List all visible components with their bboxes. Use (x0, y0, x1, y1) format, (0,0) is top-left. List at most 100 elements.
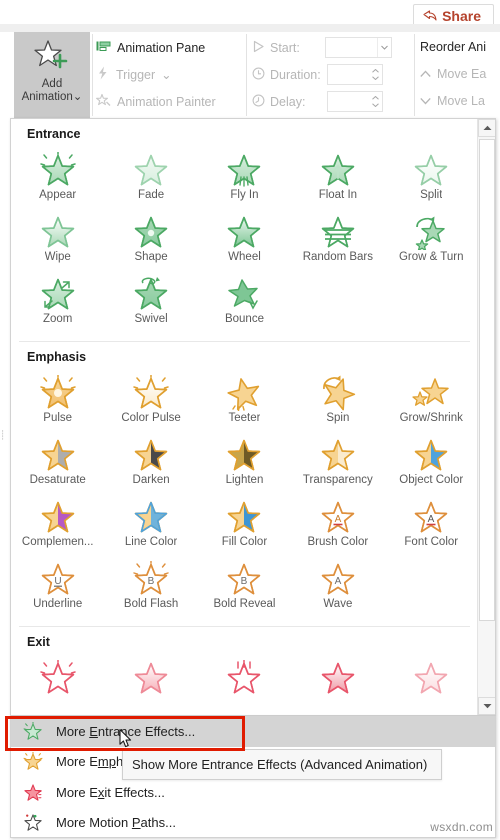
star-linecolor-icon (132, 499, 170, 535)
move-earlier-button[interactable]: Move Ea (420, 61, 500, 88)
animation-effect-item[interactable]: Random Bars (291, 211, 384, 273)
animation-effect-label: Spin (326, 412, 350, 424)
delay-spinner[interactable] (327, 91, 383, 112)
svg-text:A: A (428, 514, 435, 525)
delay-field-row: Delay: (252, 88, 392, 115)
menu-item-more-exit-effects[interactable]: More Exit Effects... (11, 777, 495, 808)
delay-label: Delay: (270, 94, 306, 109)
chevron-down-icon[interactable]: ⌄ (73, 91, 83, 103)
animation-effect-item[interactable]: Bounce (198, 273, 291, 335)
scroll-down-button[interactable] (478, 697, 495, 715)
animation-effect-item[interactable]: Wheel (198, 211, 291, 273)
animation-effect-item[interactable]: B Bold Flash (104, 558, 197, 620)
chevron-down-icon[interactable]: ⌄ (161, 67, 171, 82)
section-grid-exit (11, 657, 478, 715)
animation-gallery-dropdown: Entrance Appear Fade Fly In Float In Spl… (10, 118, 496, 716)
animation-effect-label: Bold Flash (123, 598, 179, 610)
start-combobox[interactable] (324, 37, 392, 58)
star-flyin-icon (225, 152, 263, 188)
animation-effect-item[interactable]: Complemen... (11, 496, 104, 558)
animation-effect-item[interactable]: Float In (291, 149, 384, 211)
star-plus-icon (31, 37, 73, 77)
animation-effect-item[interactable]: Grow & Turn (385, 211, 478, 273)
animation-gallery-content: Entrance Appear Fade Fly In Float In Spl… (11, 119, 478, 715)
animation-effect-item[interactable]: Wipe (11, 211, 104, 273)
star-darken-icon (132, 437, 170, 473)
animation-effect-item[interactable]: Lighten (198, 434, 291, 496)
animation-effect-item[interactable]: A Wave (291, 558, 384, 620)
spinner-arrows-icon[interactable] (371, 66, 380, 83)
animation-effect-label: Swivel (134, 313, 168, 325)
scrollbar-thumb[interactable] (479, 139, 495, 621)
animation-effect-label: Wave (323, 598, 353, 610)
star-wheel-icon (225, 214, 263, 250)
animation-effect-item[interactable]: Desaturate (11, 434, 104, 496)
animation-effect-label: Teeter (228, 412, 261, 424)
animation-effect-item[interactable]: A Font Color (385, 496, 478, 558)
chevron-up-icon (420, 61, 431, 88)
animation-effect-item[interactable]: Appear (11, 149, 104, 211)
star-floatin-icon (319, 152, 357, 188)
menu-item-label: More Motion Paths... (56, 815, 176, 831)
animation-effect-item[interactable]: Split (385, 149, 478, 211)
move-later-button[interactable]: Move La (420, 88, 500, 115)
trigger-button[interactable]: Trigger ⌄ (96, 61, 240, 88)
animation-effect-item[interactable]: A Brush Color (291, 496, 384, 558)
ribbon-separator-2 (246, 34, 247, 116)
animation-effect-item[interactable]: Color Pulse (104, 372, 197, 434)
animation-effect-label: Desaturate (29, 474, 86, 486)
gallery-scrollbar[interactable] (477, 119, 495, 715)
animation-effect-item[interactable]: Darken (104, 434, 197, 496)
animation-effect-item[interactable]: U Underline (11, 558, 104, 620)
star-colorpulse-icon (132, 373, 170, 411)
star-spin-icon (319, 375, 357, 411)
animation-effect-item[interactable]: Transparency (291, 434, 384, 496)
animation-effect-item[interactable]: Fill Color (198, 496, 291, 558)
add-animation-button[interactable]: Add Animation⌄ (14, 32, 90, 118)
menu-item-more-entrance-effects[interactable]: More Entrance Effects... (11, 716, 495, 747)
animation-effect-item[interactable] (291, 657, 384, 715)
animation-effect-item[interactable]: Pulse (11, 372, 104, 434)
animation-effect-item[interactable]: Grow/Shrink (385, 372, 478, 434)
animation-effect-item[interactable]: Teeter (198, 372, 291, 434)
duration-field-row: Duration: (252, 61, 392, 88)
star-exit-fade-icon (132, 660, 170, 696)
star-bounce-icon (225, 276, 263, 312)
trigger-label: Trigger (116, 67, 156, 82)
animation-effect-item[interactable] (385, 657, 478, 715)
star-desaturate-icon (39, 437, 77, 473)
star-exit-split-icon (412, 660, 450, 696)
animation-effect-item[interactable]: Shape (104, 211, 197, 273)
animation-effect-item[interactable]: Fly In (198, 149, 291, 211)
animation-effect-item[interactable] (11, 657, 104, 715)
animation-effect-item[interactable]: Fade (104, 149, 197, 211)
animation-effect-label: Zoom (42, 313, 73, 325)
animation-effect-item[interactable] (198, 657, 291, 715)
star-exit-disappear-icon (39, 658, 77, 696)
animation-painter-button[interactable]: Animation Painter (96, 88, 240, 115)
animation-effect-item[interactable] (104, 657, 197, 715)
ribbon-separator-3 (414, 34, 415, 116)
animation-effect-label: Brush Color (307, 536, 369, 548)
animation-pane-icon (96, 40, 111, 56)
animation-effect-item[interactable]: Line Color (104, 496, 197, 558)
animation-effect-label: Shape (134, 251, 168, 263)
menu-item-more-motion-paths[interactable]: More Motion Paths... (11, 808, 495, 839)
chevron-down-icon[interactable] (377, 38, 391, 57)
duration-spinner[interactable] (327, 64, 383, 85)
animation-effect-label: Complemen... (21, 536, 94, 548)
animation-pane-button[interactable]: Animation Pane (96, 34, 240, 61)
animation-effect-item[interactable]: Object Color (385, 434, 478, 496)
animation-effect-label: Wheel (228, 251, 261, 263)
star-complementary-icon (39, 499, 77, 535)
star-swivel-icon (132, 276, 170, 312)
animation-effect-item[interactable]: Zoom (11, 273, 104, 335)
spinner-arrows-icon[interactable] (371, 93, 380, 110)
animation-effect-item[interactable]: Swivel (104, 273, 197, 335)
animation-effect-item[interactable]: B Bold Reveal (198, 558, 291, 620)
scroll-up-button[interactable] (478, 119, 495, 137)
move-earlier-label: Move Ea (437, 67, 487, 81)
star-pulse-icon (39, 373, 77, 411)
animation-effect-item[interactable]: Spin (291, 372, 384, 434)
start-field-row: Start: (252, 34, 392, 61)
